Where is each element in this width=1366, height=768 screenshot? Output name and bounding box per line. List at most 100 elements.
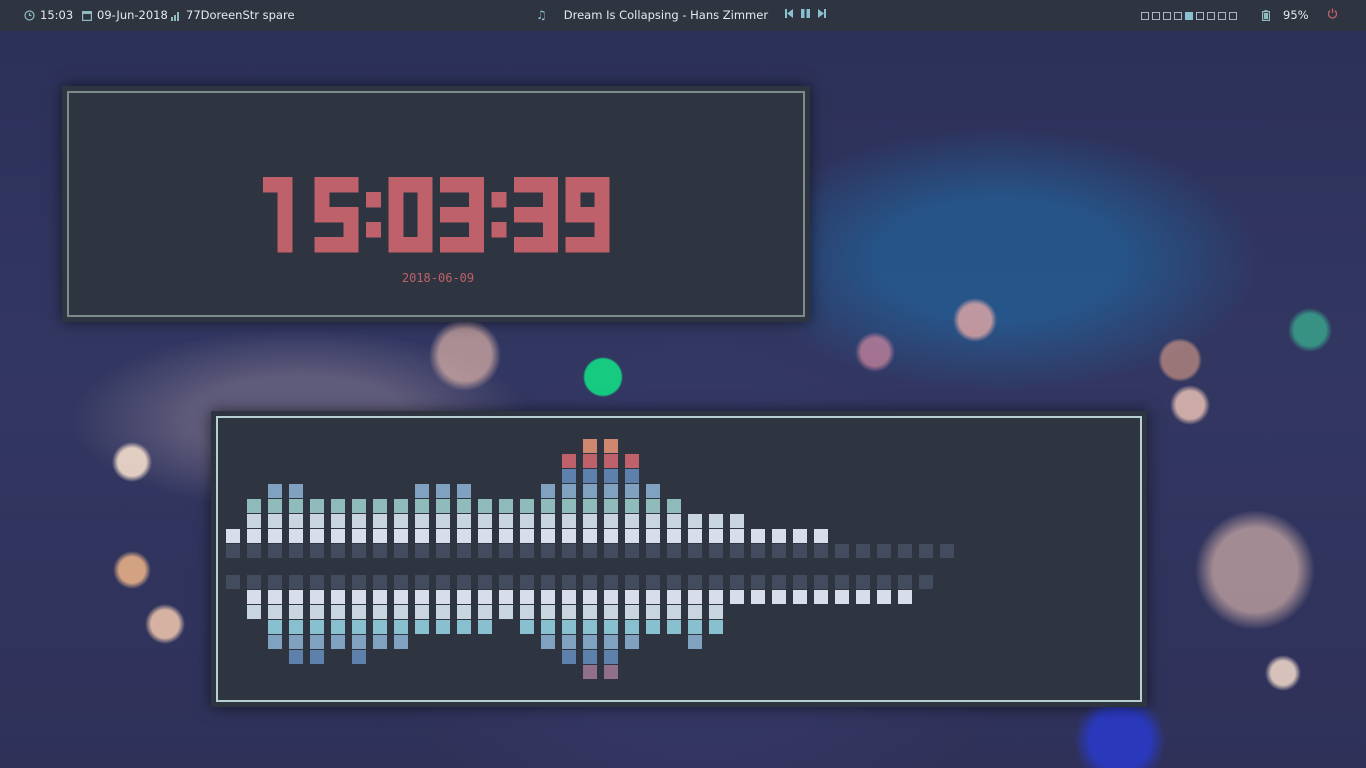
spectrum-bar-lower [562,575,576,664]
workspace-3[interactable] [1163,11,1171,20]
spectrum-bar-upper [478,499,492,558]
spectrum-bar-lower [247,575,261,619]
spectrum-bar-lower [688,575,702,649]
battery-widget[interactable]: 95% [1262,0,1309,31]
clock-digit [565,177,610,253]
spectrum-bar-lower [457,575,471,634]
spectrum-bar-upper [898,544,912,558]
top-bar: 15:03 09-Jun-2018 77DoreenStr spare ♫ Dr… [0,0,1366,31]
workspace-9[interactable] [1229,11,1237,20]
bar-time: 15:03 [40,8,74,22]
spectrum-bar-lower [919,575,933,589]
spectrum-bar-upper [877,544,891,558]
spectrum-bar-upper [415,484,429,558]
spectrum-bar-lower [499,575,513,619]
skip-next-icon[interactable] [818,0,826,31]
power-button[interactable] [1327,0,1338,31]
workspace-4[interactable] [1174,11,1182,20]
spectrum-bar-upper [268,484,282,558]
spectrum-bar-upper [793,529,807,558]
spectrum-bar-upper [331,499,345,558]
workspace-6[interactable] [1196,11,1204,20]
clock-icon [24,10,35,21]
spectrum-bar-lower [772,575,786,604]
pause-icon[interactable] [801,0,810,31]
spectrum-bar-upper [247,499,261,558]
spectrum-bar-upper [940,544,954,558]
clock-window[interactable]: 2018-06-09 [62,86,810,322]
spectrum-bar-lower [520,575,534,634]
spectrum-bar-lower [604,575,618,679]
spectrum-bar-upper [457,484,471,558]
spectrum-bar-lower [415,575,429,634]
spectrum-bar-upper [667,499,681,558]
spectrum-bar-lower [667,575,681,634]
spectrum-bar-lower [478,575,492,634]
spectrum-bar-lower [226,575,240,589]
spectrum-bar-lower [856,575,870,604]
spectrum-bar-upper [772,529,786,558]
clock-widget[interactable]: 15:03 [24,0,73,31]
spectrum-bar-upper [520,499,534,558]
spectrum-bar-lower [877,575,891,604]
spectrum-bar-upper [394,499,408,558]
spectrum-bar-lower [436,575,450,634]
spectrum-bar-upper [541,484,555,558]
network-widget[interactable]: 77DoreenStr spare [171,0,295,31]
spectrum-bar-lower [394,575,408,649]
clock-digit [440,177,484,253]
spectrum-bar-lower [583,575,597,679]
audio-spectrum [226,439,954,679]
workspace-2[interactable] [1152,11,1160,20]
spectrum-bar-upper [289,484,303,558]
workspace-list [1141,11,1237,20]
spectrum-bar-upper [709,514,723,558]
spectrum-bar-lower [835,575,849,604]
clock-digit [514,177,558,253]
spectrum-bar-lower [373,575,387,649]
spectrum-bar-lower [268,575,282,649]
audio-visualizer-window[interactable] [211,411,1147,707]
music-note-icon: ♫ [536,8,547,22]
spectrum-bar-lower [625,575,639,649]
spectrum-bar-lower [751,575,765,604]
spectrum-bar-lower [310,575,324,664]
spectrum-bar-upper [562,454,576,558]
spectrum-bar-upper [835,544,849,558]
visualizer-frame [216,416,1142,702]
workspace-1[interactable] [1141,11,1149,20]
clock-window-frame: 2018-06-09 [67,91,805,317]
network-name: 77DoreenStr spare [186,8,295,22]
spectrum-bar-lower [814,575,828,604]
spectrum-bar-lower [730,575,744,604]
workspace-5[interactable] [1185,11,1193,20]
spectrum-bar-upper [919,544,933,558]
spectrum-bar-upper [499,499,513,558]
media-controls [785,0,826,31]
clock-colon [491,192,507,238]
spectrum-bar-lower [793,575,807,604]
calendar-icon [82,10,92,21]
spectrum-bar-upper [352,499,366,558]
music-widget[interactable]: ♫ Dream Is Collapsing - Hans Zimmer [536,0,768,31]
clock-date: 2018-06-09 [401,271,475,285]
workspace-7[interactable] [1207,11,1215,20]
spectrum-bar-upper [688,514,702,558]
signal-icon [171,11,181,21]
workspace-8[interactable] [1218,11,1226,20]
spectrum-bar-upper [583,439,597,558]
spectrum-bar-upper [604,439,618,558]
spectrum-bar-lower [898,575,912,604]
spectrum-bar-upper [625,454,639,558]
spectrum-bar-lower [709,575,723,634]
clock-digit [314,177,359,253]
clock-digit [388,177,433,253]
skip-previous-icon[interactable] [785,0,793,31]
spectrum-bar-lower [289,575,303,664]
spectrum-bar-upper [436,484,450,558]
bar-date: 09-Jun-2018 [97,8,168,22]
spectrum-bar-upper [310,499,324,558]
workspace-indicator [1141,0,1237,31]
spectrum-bar-upper [751,529,765,558]
date-widget[interactable]: 09-Jun-2018 [82,0,168,31]
